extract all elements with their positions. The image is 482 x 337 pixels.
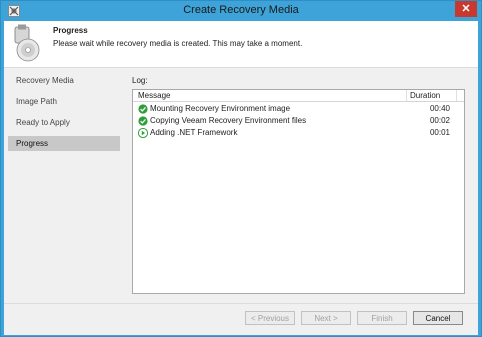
log-message: Mounting Recovery Environment image bbox=[150, 104, 291, 113]
next-button[interactable]: Next > bbox=[301, 311, 351, 325]
button-bar: < Previous Next > Finish Cancel bbox=[4, 303, 478, 336]
log-row: Copying Veeam Recovery Environment files… bbox=[133, 115, 464, 127]
previous-button[interactable]: < Previous bbox=[245, 311, 295, 325]
log-row: Adding .NET Framework 00:01 bbox=[133, 127, 464, 139]
page-title: Progress bbox=[53, 26, 88, 35]
dialog-client: Progress Please wait while recovery medi… bbox=[4, 21, 478, 335]
finish-button[interactable]: Finish bbox=[357, 311, 407, 325]
sidebar-item-image-path[interactable]: Image Path bbox=[8, 94, 120, 109]
wizard-steps: Recovery Media Image Path Ready to Apply… bbox=[4, 68, 124, 303]
recovery-media-icon bbox=[14, 24, 40, 62]
title-bar[interactable]: Create Recovery Media ✕ bbox=[1, 1, 481, 21]
column-header-message[interactable]: Message bbox=[138, 91, 170, 100]
log-header: Message Duration bbox=[133, 90, 464, 102]
window-title: Create Recovery Media bbox=[183, 4, 299, 16]
sidebar-item-recovery-media[interactable]: Recovery Media bbox=[8, 73, 120, 88]
success-icon bbox=[138, 116, 148, 126]
sidebar-item-ready-to-apply[interactable]: Ready to Apply bbox=[8, 115, 120, 130]
log-duration: 00:01 bbox=[429, 128, 450, 137]
log-label: Log: bbox=[132, 76, 148, 85]
column-header-duration[interactable]: Duration bbox=[406, 90, 456, 101]
close-button[interactable]: ✕ bbox=[455, 1, 477, 17]
sidebar-item-progress[interactable]: Progress bbox=[8, 136, 120, 151]
in-progress-icon bbox=[138, 128, 148, 138]
page-subtitle: Please wait while recovery media is crea… bbox=[53, 39, 303, 48]
cancel-button[interactable]: Cancel bbox=[413, 311, 463, 325]
wizard-header: Progress Please wait while recovery medi… bbox=[4, 21, 478, 68]
close-icon: ✕ bbox=[461, 3, 471, 15]
column-divider bbox=[456, 90, 457, 101]
log-row: Mounting Recovery Environment image 00:4… bbox=[133, 103, 464, 115]
log-message: Copying Veeam Recovery Environment files bbox=[150, 116, 307, 125]
success-icon bbox=[138, 104, 148, 114]
dialog-window: Create Recovery Media ✕ Progress Please … bbox=[0, 0, 482, 337]
log-duration: 00:40 bbox=[429, 104, 450, 113]
log-duration: 00:02 bbox=[429, 116, 450, 125]
log-message: Adding .NET Framework bbox=[150, 128, 238, 137]
log-list[interactable]: Message Duration Mounting Recovery Envir… bbox=[132, 89, 465, 294]
